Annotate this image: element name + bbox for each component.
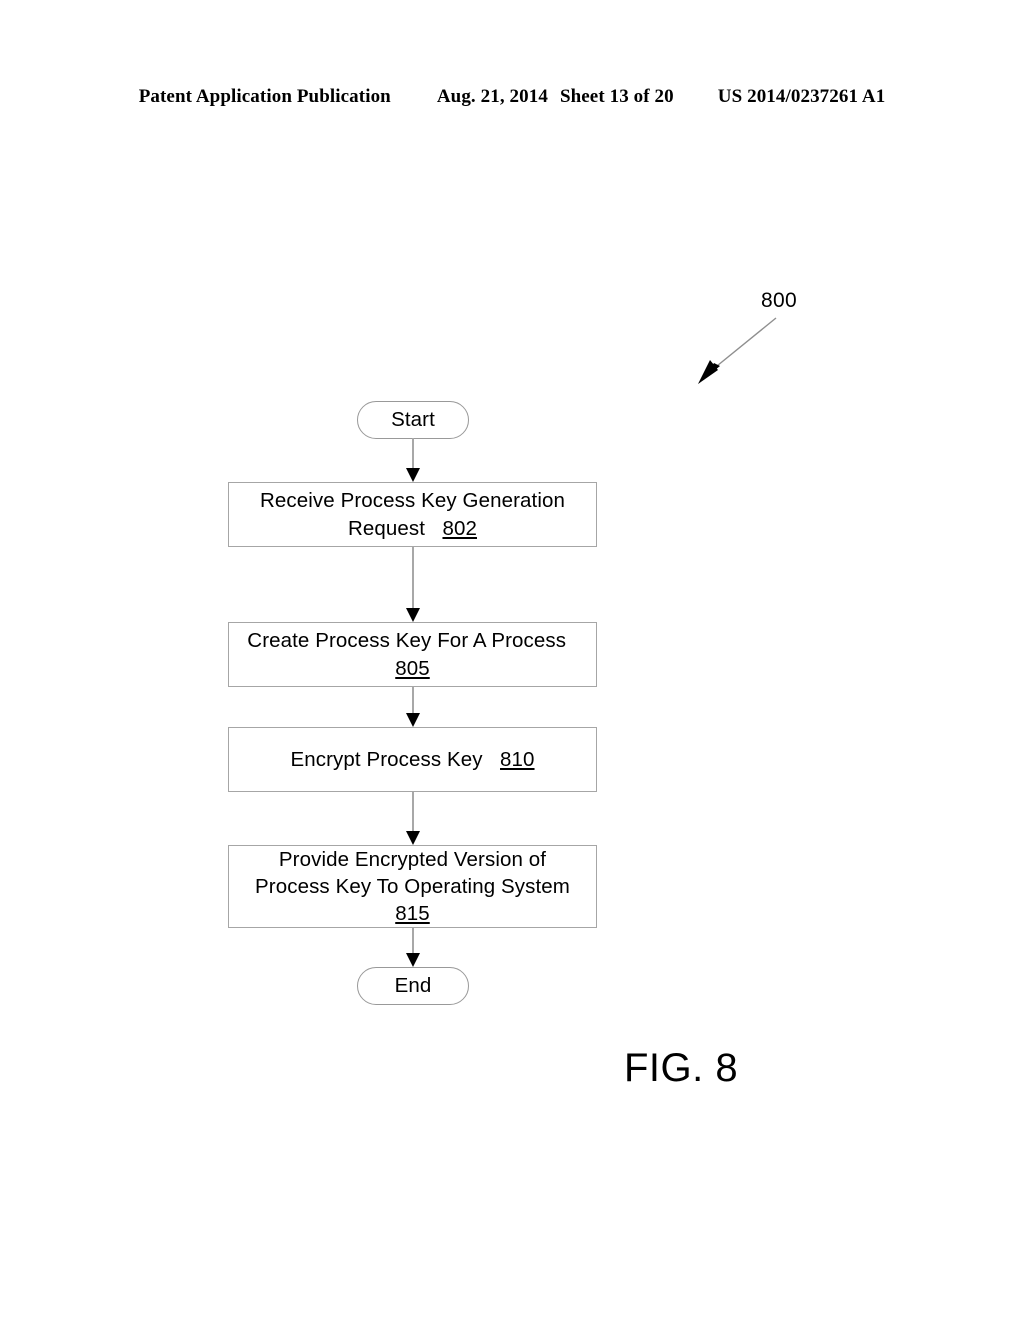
flow-node-802-ref: 802 [442, 516, 477, 540]
flow-node-815-ref: 815 [395, 902, 430, 926]
flow-connector-805-to-810 [406, 687, 421, 727]
arrow-head-icon [406, 713, 420, 727]
flow-node-810-ref: 810 [500, 747, 535, 771]
flow-connector-810-to-815 [406, 792, 421, 845]
flow-node-start-label: Start [391, 408, 435, 432]
arrow-head-icon [406, 953, 420, 967]
flow-node-encrypt-process-key: Encrypt Process Key 810 [228, 727, 597, 792]
arrow-head-icon [406, 608, 420, 622]
flow-node-end-label: End [394, 974, 432, 998]
figure-caption: FIG. 8 [624, 1046, 739, 1090]
flow-node-810-text: Encrypt Process Key [290, 747, 483, 771]
connector-line [412, 547, 414, 608]
connector-line [412, 687, 414, 713]
flow-node-805-text: Create Process Key For A Process [247, 629, 567, 653]
arrow-head-icon [406, 468, 420, 482]
flow-node-815-text: Provide Encrypted Version of Process Key… [255, 847, 570, 898]
flow-node-create-process-key-for-a-process: Create Process Key For A Process 805 [228, 622, 597, 687]
arrow-head-icon [406, 831, 420, 845]
flow-node-end: End [357, 967, 469, 1005]
flow-node-receive-process-key-generation-request: Receive Process Key Generation Request 8… [228, 482, 597, 547]
flow-connector-802-to-805 [406, 547, 421, 622]
flow-node-805-ref: 805 [395, 656, 430, 680]
flowchart-800: Start Receive Process Key Generation Req… [0, 0, 1024, 1320]
connector-line [412, 928, 414, 953]
connector-line [412, 438, 414, 468]
connector-line [412, 792, 414, 831]
flow-node-start: Start [357, 401, 469, 439]
flow-node-802-text: Receive Process Key Generation Request [260, 489, 565, 540]
flow-connector-start-to-802 [406, 438, 421, 482]
flow-node-provide-encrypted-version-to-operating-system: Provide Encrypted Version of Process Key… [228, 845, 597, 928]
flow-connector-815-to-end [406, 928, 421, 967]
